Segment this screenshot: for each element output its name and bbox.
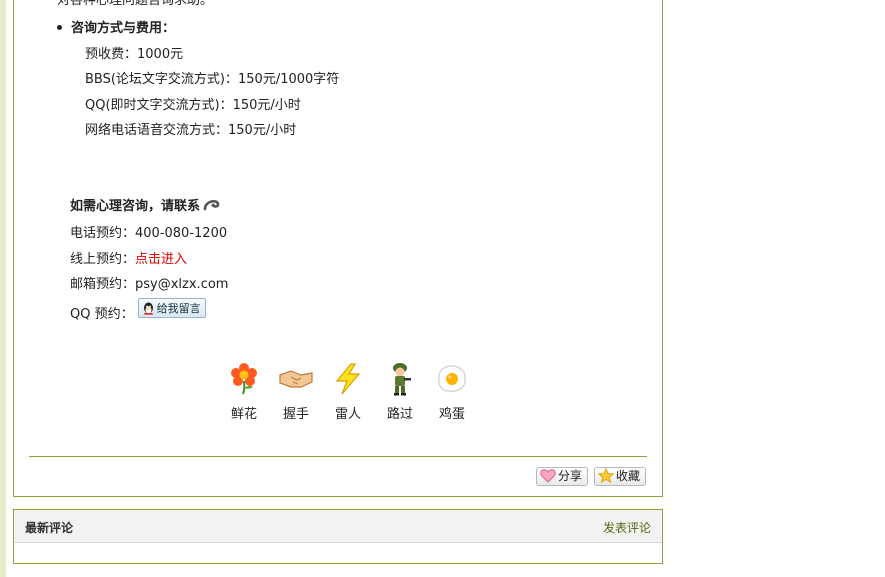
reaction-bar: 鲜花 握手 雷人 路过 鸡蛋	[218, 362, 478, 422]
handshake-icon	[279, 370, 313, 388]
reaction-label: 鲜花	[230, 407, 257, 422]
fees-heading: 咨询方式与费用：	[57, 17, 175, 36]
phone-label: 电话预约：	[70, 226, 136, 241]
contact-title-label: 如需心理咨询，请联系	[70, 199, 201, 214]
comments-header: 最新评论 发表评论	[14, 510, 662, 543]
reaction-label: 鸡蛋	[438, 407, 465, 422]
reaction-flower[interactable]: 鲜花	[218, 362, 270, 422]
email-label: 邮箱预约：	[70, 277, 136, 292]
reaction-lightning[interactable]: 雷人	[322, 362, 374, 422]
email-value: psy@xlzx.com	[135, 277, 229, 292]
qq-label: QQ 预约：	[70, 307, 134, 322]
reaction-label: 握手	[282, 407, 309, 422]
comments-title: 最新评论	[25, 521, 74, 535]
divider	[29, 456, 647, 457]
heart-icon	[540, 468, 556, 483]
qq-message-button[interactable]: 给我留言	[137, 298, 206, 318]
qq-row: QQ 预约： 给我留言	[70, 298, 206, 324]
bullet-icon	[57, 25, 62, 30]
post-comment-link[interactable]: 发表评论	[603, 519, 651, 536]
online-booking-link[interactable]: 点击进入	[135, 252, 187, 267]
curved-arrow-icon	[203, 197, 221, 217]
reaction-handshake[interactable]: 握手	[270, 362, 322, 422]
share-button[interactable]: 分享	[536, 467, 589, 486]
reaction-passby[interactable]: 路过	[374, 362, 426, 422]
online-row: 线上预约：点击进入	[70, 248, 187, 267]
reaction-label: 雷人	[334, 407, 361, 422]
phone-value: 400-080-1200	[135, 226, 228, 241]
comments-section: 最新评论 发表评论	[13, 509, 663, 564]
fee-line: 预收费：1000元	[85, 47, 184, 62]
flower-icon	[231, 363, 257, 395]
favorite-label: 收藏	[616, 469, 641, 483]
star-icon	[597, 467, 615, 484]
cut-off-text: 对各种心理问题咨询求助。	[57, 0, 214, 8]
online-label: 线上预约：	[70, 252, 136, 267]
fees-heading-label: 咨询方式与费用：	[71, 21, 176, 36]
phone-row: 电话预约：400-080-1200	[70, 222, 227, 241]
lightning-icon	[335, 363, 361, 395]
fee-line: BBS(论坛文字交流方式)：150元/1000字符	[85, 72, 340, 87]
qq-button-label: 给我留言	[156, 302, 201, 315]
favorite-button[interactable]: 收藏	[594, 467, 647, 486]
article-box: 对各种心理问题咨询求助。 咨询方式与费用： 预收费：1000元 BBS(论坛文字…	[13, 0, 663, 497]
egg-icon	[438, 365, 466, 392]
contact-title: 如需心理咨询，请联系	[70, 195, 221, 217]
reaction-label: 路过	[386, 407, 413, 422]
reaction-egg[interactable]: 鸡蛋	[426, 362, 478, 422]
share-label: 分享	[558, 469, 583, 483]
left-stripe	[0, 0, 6, 577]
fee-line: 网络电话语音交流方式：150元/小时	[85, 123, 297, 138]
fee-line: QQ(即时文字交流方式)：150元/小时	[85, 98, 301, 113]
qq-penguin-icon	[143, 302, 153, 315]
soldier-icon	[393, 363, 411, 396]
email-row: 邮箱预约：psy@xlzx.com	[70, 273, 228, 292]
